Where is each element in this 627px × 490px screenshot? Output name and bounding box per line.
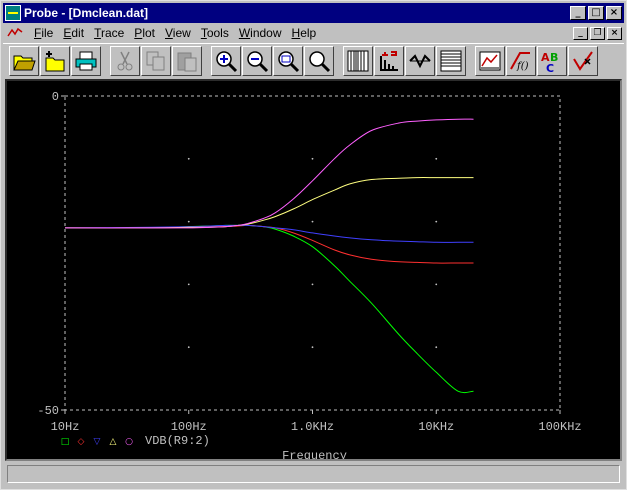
zoom-area-icon — [278, 50, 300, 72]
y-tick-label: 0 — [52, 90, 59, 104]
close-button[interactable]: × — [606, 6, 622, 20]
menu-view[interactable]: View — [160, 26, 196, 40]
zoom-area-button[interactable] — [273, 45, 303, 76]
x-tick-label: 100KHz — [538, 420, 581, 434]
legend-symbol: □ — [61, 437, 70, 447]
new-button[interactable] — [40, 45, 70, 76]
maximize-button[interactable]: □ — [588, 6, 604, 20]
open-icon — [13, 55, 36, 70]
grid-dot — [435, 283, 438, 286]
zoom-fit-button[interactable] — [304, 45, 334, 76]
menu-plot[interactable]: Plot — [129, 26, 160, 40]
paste-icon — [177, 52, 197, 71]
grid-dot — [311, 157, 314, 160]
copy-icon — [146, 51, 165, 70]
cut-icon — [117, 51, 133, 70]
grid-dot — [311, 283, 314, 286]
plot-frame — [64, 95, 561, 411]
menu-bar: File Edit Trace Plot View Tools Window H… — [3, 23, 624, 43]
menu-window[interactable]: Window — [234, 26, 287, 40]
menu-file[interactable]: File — [29, 26, 58, 40]
mark-data-button[interactable] — [568, 45, 598, 76]
status-bar — [7, 465, 620, 483]
grid-dot — [187, 283, 190, 286]
zoom-out-button[interactable] — [242, 45, 272, 76]
log-x-icon — [347, 50, 369, 71]
label-button[interactable]: ABC — [537, 45, 567, 76]
grid-dot — [435, 346, 438, 349]
zoom-in-button[interactable] — [211, 45, 241, 76]
grid-dot — [187, 220, 190, 223]
log-y-icon — [440, 50, 462, 71]
doc-minimize-button[interactable]: _ — [573, 26, 588, 40]
series-line-4 — [64, 177, 474, 229]
grid-dot — [187, 157, 190, 160]
series-line-1 — [64, 224, 474, 394]
grid-dot — [187, 346, 190, 349]
zoom-out-icon — [247, 50, 269, 72]
grid-dot — [311, 220, 314, 223]
print-button[interactable] — [71, 45, 101, 76]
eval-goal-icon: f() — [510, 51, 530, 72]
menu-help[interactable]: Help — [287, 26, 322, 40]
add-trace-button[interactable] — [475, 45, 505, 76]
y-tick-label: -50 — [37, 404, 59, 418]
x-tick-label: 1.0KHz — [291, 420, 334, 434]
print-icon — [75, 51, 97, 70]
paste-button[interactable] — [172, 45, 202, 76]
menu-edit[interactable]: Edit — [58, 26, 89, 40]
cut-button[interactable] — [110, 45, 140, 76]
x-tick-label: 10Hz — [51, 420, 80, 434]
svg-text:f(): f() — [516, 61, 529, 72]
log-y-button[interactable] — [436, 45, 466, 76]
performance-button[interactable] — [405, 45, 435, 76]
new-icon — [45, 50, 65, 71]
document-icon[interactable] — [7, 26, 23, 40]
eval-goal-button[interactable]: f() — [506, 45, 536, 76]
grid-dot — [311, 346, 314, 349]
mark-data-icon — [573, 50, 593, 71]
log-x-button[interactable] — [343, 45, 373, 76]
copy-button[interactable] — [141, 45, 171, 76]
label-icon: A BC — [541, 51, 558, 73]
legend-symbol: ◇ — [78, 437, 85, 447]
grid-dot — [435, 157, 438, 160]
performance-icon — [409, 53, 431, 68]
zoom-in-icon — [216, 50, 238, 72]
legend-symbol: ▽ — [94, 437, 101, 447]
svg-text:C: C — [546, 62, 554, 73]
zoom-fit-icon — [309, 50, 331, 72]
probe-app-icon[interactable] — [5, 5, 21, 21]
doc-restore-button[interactable]: ❐ — [590, 26, 605, 40]
minimize-button[interactable]: _ — [570, 6, 586, 20]
x-tick-label: 10KHz — [418, 420, 454, 434]
fourier-button[interactable] — [374, 45, 404, 76]
add-trace-icon — [479, 51, 501, 70]
series-line-2 — [64, 224, 474, 264]
menu-tools[interactable]: Tools — [196, 26, 234, 40]
open-button[interactable] — [9, 45, 39, 76]
window-title: Probe - [Dmclean.dat] — [24, 6, 149, 20]
x-axis-label: Frequency — [282, 449, 347, 459]
doc-close-button[interactable]: × — [607, 26, 622, 40]
probe-plot: 10Hz 100Hz 1.0KHz 10KHz 100KHz 0 -50 □ ◇ ▽ △ ○ VDB(R… — [37, 90, 581, 459]
legend-label: VDB(R9:2) — [145, 434, 210, 448]
x-tick-label: 100Hz — [171, 420, 207, 434]
toolbar: f() ABC — [3, 43, 624, 77]
probe-window: Probe - [Dmclean.dat] _ □ × File Edit Tr… — [0, 0, 627, 490]
menu-trace[interactable]: Trace — [89, 26, 129, 40]
plot-area[interactable]: 10Hz 100Hz 1.0KHz 10KHz 100KHz 0 -50 □ ◇ ▽ △ ○ VDB(R… — [5, 79, 622, 461]
legend-symbol: △ — [110, 437, 117, 447]
legend-symbol: ○ — [125, 437, 133, 447]
grid-dot — [435, 220, 438, 223]
series-line-5 — [64, 118, 474, 229]
fourier-icon — [380, 50, 398, 71]
title-bar[interactable]: Probe - [Dmclean.dat] _ □ × — [3, 3, 624, 23]
